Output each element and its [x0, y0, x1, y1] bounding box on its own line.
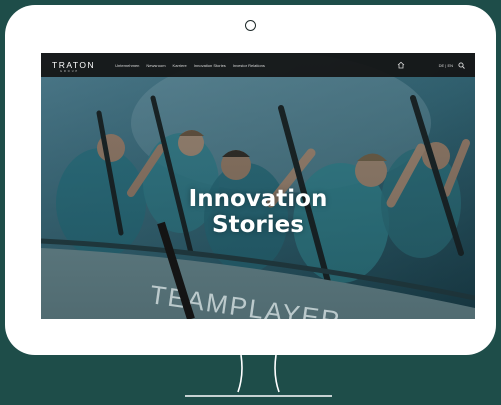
hero-title-line-1: Innovation [188, 186, 328, 212]
illustration-stage: TEAMPLAYER TRATON GROUP Unternehmen News… [0, 0, 501, 405]
home-icon[interactable] [397, 61, 405, 69]
search-icon[interactable] [458, 61, 465, 69]
monitor-screen: TEAMPLAYER TRATON GROUP Unternehmen News… [41, 53, 475, 319]
language-switcher[interactable]: DE | EN [439, 63, 453, 68]
nav-link-karriere[interactable]: Karriere [173, 63, 187, 68]
traton-logo[interactable]: TRATON GROUP [52, 59, 96, 73]
main-nav: Unternehmen Newsroom Karriere Innovation… [115, 63, 265, 68]
site-navbar: TRATON GROUP Unternehmen Newsroom Karrie… [41, 53, 475, 77]
hero-title-line-2: Stories [212, 212, 304, 238]
logo-text: TRATON [52, 59, 96, 70]
nav-utilities: DE | EN [439, 61, 465, 69]
nav-link-newsroom[interactable]: Newsroom [146, 63, 165, 68]
nav-link-investor-relations[interactable]: Investor Relations [233, 63, 265, 68]
nav-link-unternehmen[interactable]: Unternehmen [115, 63, 139, 68]
logo-subtext: GROUP [60, 69, 80, 73]
monitor-frame: TEAMPLAYER TRATON GROUP Unternehmen News… [5, 5, 496, 355]
hero-title: Innovation Stories [41, 186, 475, 238]
nav-link-innovation-stories[interactable]: Innovation Stories [194, 63, 226, 68]
webcam-icon [244, 20, 256, 31]
